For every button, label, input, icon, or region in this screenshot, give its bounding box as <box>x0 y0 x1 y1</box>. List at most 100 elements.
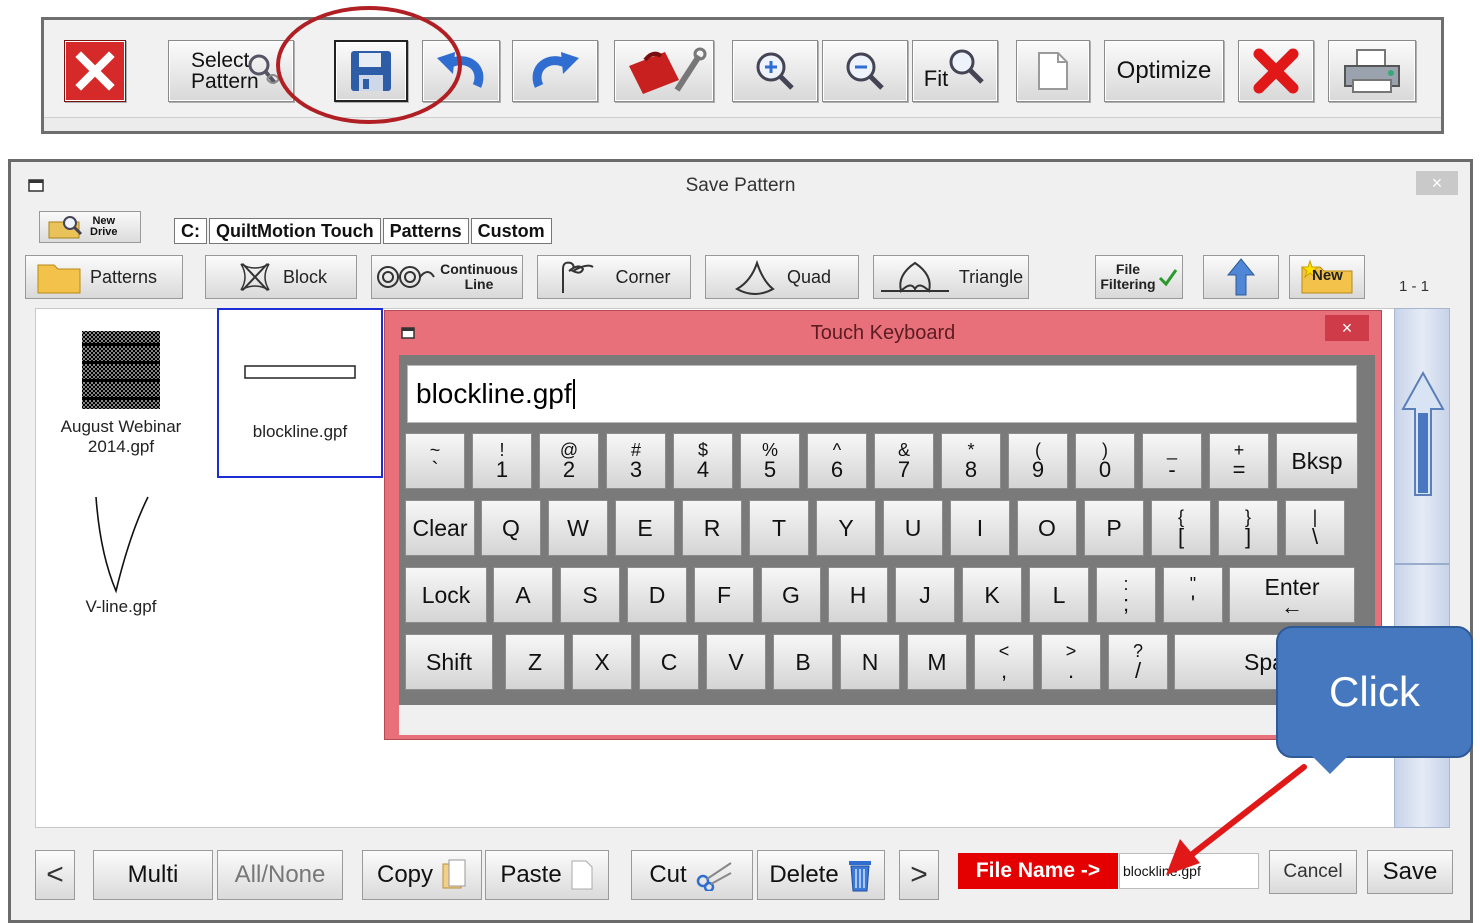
key-row2-sym-1[interactable]: }] <box>1218 500 1278 556</box>
print-button[interactable] <box>1328 40 1416 102</box>
key-k[interactable]: K <box>962 567 1022 623</box>
page-count: 1 - 1 <box>1399 278 1430 295</box>
next-page-button[interactable]: > <box>899 850 939 900</box>
optimize-button[interactable]: Optimize <box>1104 40 1224 102</box>
key-i[interactable]: I <box>950 500 1010 556</box>
key-row1-2[interactable]: @2 <box>539 433 599 489</box>
file-filtering-label-2: Filtering <box>1100 276 1156 292</box>
key-f[interactable]: F <box>694 567 754 623</box>
category-patterns-button[interactable]: Patterns <box>25 255 183 299</box>
key-row4-sym-0[interactable]: <, <box>974 634 1034 690</box>
category-triangle-button[interactable]: Triangle <box>873 255 1029 299</box>
key-row1-3-label: 3 <box>629 457 643 482</box>
delete-toolbar-button[interactable] <box>1238 40 1314 102</box>
key-q[interactable]: Q <box>481 500 541 556</box>
key-row1-8[interactable]: * 8 <box>941 433 1001 489</box>
category-continuous-line-button[interactable]: Continuous Line <box>371 255 523 299</box>
all-none-button[interactable]: All/None <box>217 850 343 900</box>
breadcrumb-drive[interactable]: C: <box>174 218 207 244</box>
key-z[interactable]: Z <box>505 634 565 690</box>
cut-button[interactable]: Cut <box>631 850 753 900</box>
key-y[interactable]: Y <box>816 500 876 556</box>
multi-label: Multi <box>127 861 179 888</box>
clear-key[interactable]: Clear <box>405 500 475 556</box>
key-s[interactable]: S <box>560 567 620 623</box>
key-a[interactable]: A <box>493 567 553 623</box>
fit-button[interactable]: Fit <box>912 40 998 102</box>
file-blockline[interactable]: blockline.gpf <box>217 308 383 478</box>
key-c[interactable]: C <box>639 634 699 690</box>
paste-button[interactable]: Paste <box>485 850 609 900</box>
file-august-webinar[interactable]: August Webinar 2014.gpf <box>46 329 196 479</box>
key-n[interactable]: N <box>840 634 900 690</box>
optimize-label: Optimize <box>1116 57 1212 84</box>
category-quad-button[interactable]: Quad <box>705 255 859 299</box>
key-row2-sym-0[interactable]: {[ <box>1151 500 1211 556</box>
category-corner-button[interactable]: Corner <box>537 255 691 299</box>
keyboard-text-field[interactable]: blockline.gpf <box>407 365 1357 423</box>
file-v-line[interactable]: V-line.gpf <box>46 493 196 623</box>
key-h[interactable]: H <box>828 567 888 623</box>
zoom-out-button[interactable] <box>822 40 908 102</box>
key-row1-7[interactable]: & 7 <box>874 433 934 489</box>
key-j[interactable]: J <box>895 567 955 623</box>
key-row1-1[interactable]: ! 1 <box>472 433 532 489</box>
breadcrumb-patterns[interactable]: Patterns <box>382 218 469 244</box>
key-o[interactable]: O <box>1017 500 1077 556</box>
zoom-in-button[interactable] <box>732 40 818 102</box>
key-p[interactable]: P <box>1084 500 1144 556</box>
multi-button[interactable]: Multi <box>93 850 213 900</box>
key-r[interactable]: R <box>682 500 742 556</box>
key-row4-sym-2[interactable]: ? / <box>1108 634 1168 690</box>
key-row1-10[interactable]: ) 0 <box>1075 433 1135 489</box>
select-pattern-button[interactable]: Select Pattern <box>168 40 294 102</box>
new-folder-button[interactable]: New <box>1289 255 1365 299</box>
key-d[interactable]: D <box>627 567 687 623</box>
category-triangle-label: Triangle <box>958 266 1024 287</box>
key-row2-sym-2[interactable]: | \ <box>1285 500 1345 556</box>
key-row1-4[interactable]: $4 <box>673 433 733 489</box>
document-button[interactable] <box>1016 40 1090 102</box>
key-row1-6[interactable]: ^ 6 <box>807 433 867 489</box>
key-x[interactable]: X <box>572 634 632 690</box>
key-row1-0[interactable]: ~ ` <box>405 433 465 489</box>
key-row4-sym-1[interactable]: >. <box>1041 634 1101 690</box>
key-row1-3[interactable]: #3 <box>606 433 666 489</box>
category-corner-label: Corner <box>615 266 671 287</box>
fit-label: Fit <box>923 66 949 91</box>
key-v[interactable]: V <box>706 634 766 690</box>
breadcrumb-quiltmotion[interactable]: QuiltMotion Touch <box>209 218 381 244</box>
file-filtering-button[interactable]: File Filtering <box>1095 255 1183 299</box>
key-m[interactable]: M <box>907 634 967 690</box>
category-block-button[interactable]: Block <box>205 255 357 299</box>
folder-up-button[interactable] <box>1203 255 1279 299</box>
key-u[interactable]: U <box>883 500 943 556</box>
key-row3-sym-1[interactable]: " ' <box>1163 567 1223 623</box>
keyboard-close-button[interactable]: × <box>1325 315 1369 341</box>
prev-page-button[interactable]: < <box>35 850 75 900</box>
tools-button[interactable] <box>614 40 714 102</box>
key-row1-11[interactable]: _ - <box>1142 433 1202 489</box>
breadcrumb-custom[interactable]: Custom <box>470 218 552 244</box>
key-b[interactable]: B <box>773 634 833 690</box>
lock-key[interactable]: Lock <box>405 567 487 623</box>
key-t[interactable]: T <box>749 500 809 556</box>
enter-key[interactable]: Enter ← <box>1229 567 1355 623</box>
exit-button[interactable] <box>64 40 126 102</box>
key-g[interactable]: G <box>761 567 821 623</box>
delete-button[interactable]: Delete <box>757 850 885 900</box>
key-row1-5[interactable]: % 5 <box>740 433 800 489</box>
copy-button[interactable]: Copy <box>362 850 482 900</box>
redo-button[interactable] <box>512 40 598 102</box>
shift-key[interactable]: Shift <box>405 634 493 690</box>
new-drive-button[interactable]: New Drive <box>39 211 141 243</box>
key-w[interactable]: W <box>548 500 608 556</box>
key-row1-9[interactable]: (9 <box>1008 433 1068 489</box>
key-l[interactable]: L <box>1029 567 1089 623</box>
save-button[interactable]: Save <box>1367 850 1453 894</box>
dialog-close-button[interactable]: × <box>1416 171 1458 195</box>
key-e[interactable]: E <box>615 500 675 556</box>
key-row1-12[interactable]: + = <box>1209 433 1269 489</box>
key-row3-sym-0[interactable]: :; <box>1096 567 1156 623</box>
backspace-key[interactable]: Bksp <box>1276 433 1358 489</box>
